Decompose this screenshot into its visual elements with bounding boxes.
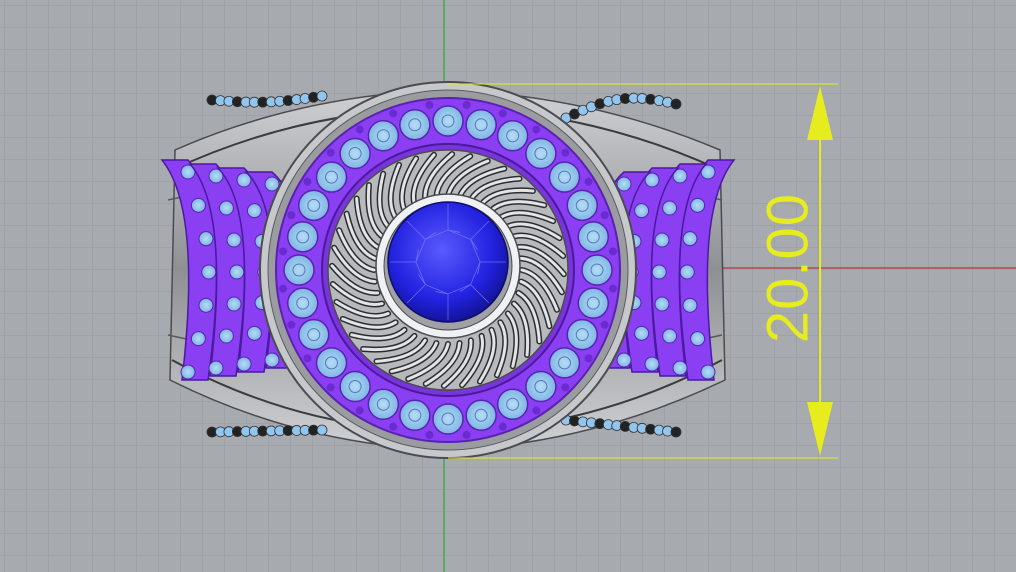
round-gem-icon[interactable] [387, 201, 509, 323]
halo-stone [298, 189, 330, 222]
halo-stone [465, 399, 497, 432]
scene-canvas[interactable] [0, 0, 1016, 572]
halo-stone [525, 370, 557, 403]
halo-stone [548, 161, 581, 193]
halo-stone [339, 137, 371, 170]
halo-stone [566, 189, 598, 222]
top-viewport[interactable]: 20.00 [0, 0, 1016, 572]
halo-stone [315, 347, 348, 379]
halo-stone [367, 388, 400, 420]
halo-stone [577, 287, 610, 319]
halo-stone [315, 161, 348, 193]
halo-stone [432, 105, 464, 137]
halo-stone [496, 388, 529, 420]
halo-stone [339, 370, 371, 403]
halo-stone [283, 254, 315, 286]
halo-stone [298, 318, 330, 351]
halo-stone [566, 318, 598, 351]
halo-stone [465, 108, 497, 141]
halo-stone [367, 120, 400, 152]
halo-stone [577, 221, 610, 253]
halo-stone [399, 399, 431, 432]
halo-stone [286, 221, 319, 253]
dimension-value-label: 20.00 [755, 192, 821, 344]
halo-stone [581, 254, 613, 286]
halo-stone [496, 120, 529, 152]
dimension-arrow-top [807, 86, 833, 140]
halo-stone [399, 108, 431, 141]
halo-stone [548, 347, 581, 379]
halo-stone [432, 403, 464, 435]
halo-stone [286, 287, 319, 319]
dimension-arrow-bottom [807, 402, 833, 456]
halo-stone [525, 137, 557, 170]
